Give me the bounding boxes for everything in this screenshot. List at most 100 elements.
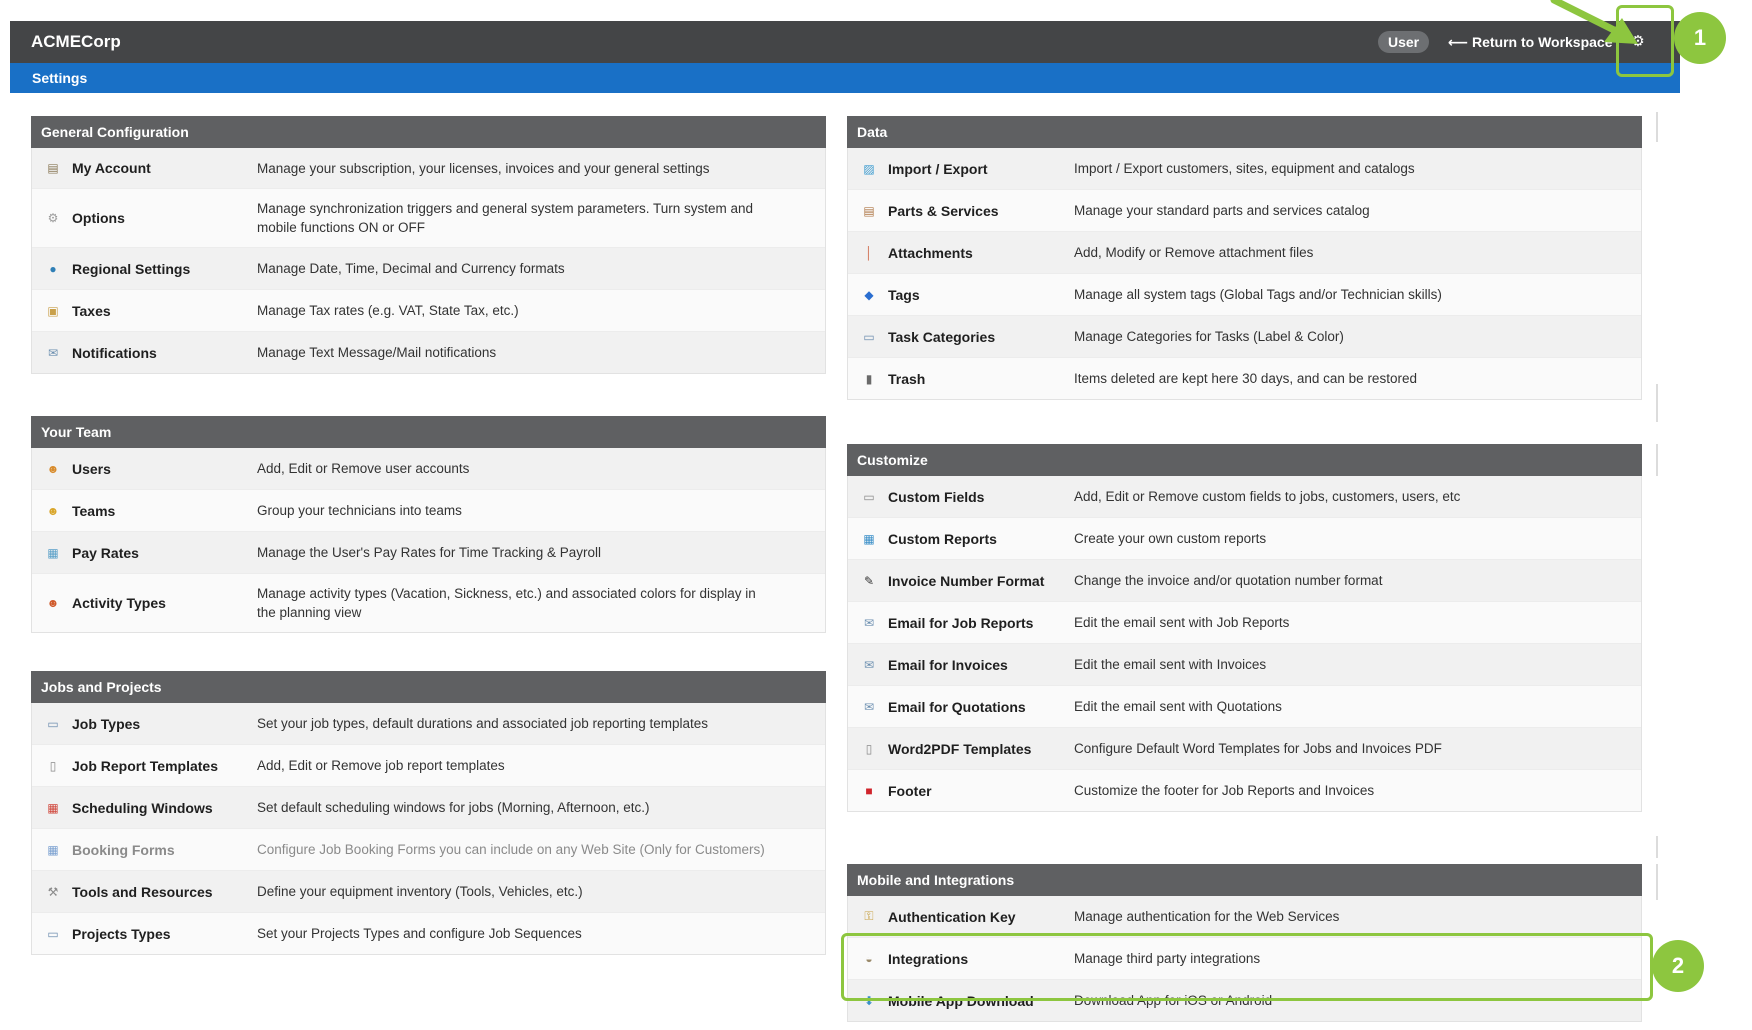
panel-general-configuration: General Configuration ▤ My Account Manage y…: [31, 116, 826, 374]
settings-row-parts-services[interactable]: ▤ Parts & Services Manage your standard pa…: [848, 190, 1641, 232]
panel-header-mobile-and-integrations: Mobile and Integrations: [847, 864, 1642, 896]
pencil-icon: ✎: [863, 573, 875, 588]
tax-icon: ▣: [47, 303, 59, 318]
callout-badge-2: 2: [1652, 940, 1704, 992]
panel-body: ▭ Custom Fields Add, Edit or Remove custom…: [847, 476, 1642, 812]
brand-logo[interactable]: ACMECorp: [31, 32, 121, 52]
settings-row-import-export[interactable]: ▨ Import / Export Import / Export customer…: [848, 148, 1641, 190]
settings-row-teams[interactable]: ☻ Teams Group your technicians into teams: [32, 490, 825, 532]
page-title: Settings: [32, 70, 88, 86]
activity-icon: ☻: [46, 596, 60, 610]
settings-description: Manage activity types (Vacation, Sicknes…: [257, 586, 756, 620]
settings-link-parts-services[interactable]: Parts & Services: [888, 203, 1074, 219]
settings-link-authentication-key[interactable]: Authentication Key: [888, 909, 1074, 925]
settings-link-task-categories[interactable]: Task Categories: [888, 329, 1074, 345]
settings-link-tags[interactable]: Tags: [888, 287, 1074, 303]
settings-row-attachments[interactable]: │ Attachments Add, Modify or Remove attach…: [848, 232, 1641, 274]
scroll-divider: [1656, 112, 1658, 142]
settings-row-scheduling-windows[interactable]: ▦ Scheduling Windows Set default schedulin…: [32, 787, 825, 829]
settings-link-word2pdf-templates[interactable]: Word2PDF Templates: [888, 741, 1074, 757]
settings-row-taxes[interactable]: ▣ Taxes Manage Tax rates (e.g. VAT, State …: [32, 290, 825, 332]
settings-link-projects-types[interactable]: Projects Types: [72, 926, 257, 942]
user-role-badge[interactable]: User: [1378, 31, 1430, 53]
panel-your-team: Your Team ☻ Users Add, Edit or Remove user …: [31, 416, 826, 633]
settings-link-job-report-templates[interactable]: Job Report Templates: [72, 758, 257, 774]
wrench-icon: ⚒: [47, 884, 59, 899]
settings-row-email-for-job-reports[interactable]: ✉ Email for Job Reports Edit the email sen…: [848, 602, 1641, 644]
settings-row-custom-reports[interactable]: ▦ Custom Reports Create your own custom re…: [848, 518, 1641, 560]
settings-link-regional-settings[interactable]: Regional Settings: [72, 261, 257, 277]
settings-link-notifications[interactable]: Notifications: [72, 345, 257, 361]
settings-row-email-for-invoices[interactable]: ✉ Email for Invoices Edit the email sent w…: [848, 644, 1641, 686]
settings-link-footer[interactable]: Footer: [888, 783, 1074, 799]
settings-row-tools-and-resources[interactable]: ⚒ Tools and Resources Define your equipmen…: [32, 871, 825, 913]
settings-row-projects-types[interactable]: ▭ Projects Types Set your Projects Types a…: [32, 913, 825, 954]
settings-link-invoice-number-format[interactable]: Invoice Number Format: [888, 573, 1074, 589]
settings-link-attachments[interactable]: Attachments: [888, 245, 1074, 261]
settings-subheader: Settings: [10, 63, 1680, 93]
settings-link-options[interactable]: Options: [72, 210, 257, 226]
panel-body: ▨ Import / Export Import / Export customer…: [847, 148, 1642, 400]
settings-row-trash[interactable]: ▮ Trash Items deleted are kept here 30 day…: [848, 358, 1641, 399]
settings-link-custom-reports[interactable]: Custom Reports: [888, 531, 1074, 547]
settings-row-job-report-templates[interactable]: ▯ Job Report Templates Add, Edit or Remove…: [32, 745, 825, 787]
settings-description: Manage synchronization triggers and gene…: [257, 201, 753, 235]
settings-description: Customize the footer for Job Reports and…: [1074, 783, 1375, 798]
envelope-icon: ✉: [47, 345, 59, 360]
settings-link-pay-rates[interactable]: Pay Rates: [72, 545, 257, 561]
settings-link-trash[interactable]: Trash: [888, 371, 1074, 387]
panel-header-data: Data: [847, 116, 1642, 148]
settings-row-tags[interactable]: ◆ Tags Manage all system tags (Global Tags…: [848, 274, 1641, 316]
gear-highlight-box: [1616, 5, 1674, 77]
top-navigation-bar: ACMECorp User ⟵ Return to Workspace ⚙: [10, 21, 1680, 63]
panel-header-general-configuration: General Configuration: [31, 116, 826, 148]
settings-description: Add, Edit or Remove user accounts: [257, 461, 470, 476]
import-export-icon: ▨: [863, 161, 875, 176]
settings-row-invoice-number-format[interactable]: ✎ Invoice Number Format Change the invoice…: [848, 560, 1641, 602]
settings-row-authentication-key[interactable]: ⚿ Authentication Key Manage authentication…: [848, 896, 1641, 938]
settings-description: Define your equipment inventory (Tools, …: [257, 884, 583, 899]
settings-link-my-account[interactable]: My Account: [72, 160, 257, 176]
settings-link-activity-types[interactable]: Activity Types: [72, 595, 257, 611]
pay-rates-icon: ▦: [47, 545, 59, 560]
team-icon: ☻: [46, 503, 60, 518]
settings-row-regional-settings[interactable]: ● Regional Settings Manage Date, Time, Dec…: [32, 248, 825, 290]
settings-description: Edit the email sent with Invoices: [1074, 657, 1267, 672]
document-icon: ▯: [49, 758, 57, 773]
settings-link-users[interactable]: Users: [72, 461, 257, 477]
settings-description: Configure Job Booking Forms you can incl…: [257, 842, 765, 857]
settings-row-users[interactable]: ☻ Users Add, Edit or Remove user accounts: [32, 448, 825, 490]
panel-customize: Customize ▭ Custom Fields Add, Edit or Remo…: [847, 444, 1642, 812]
key-icon: ⚿: [864, 909, 874, 923]
settings-row-word2pdf-templates[interactable]: ▯ Word2PDF Templates Configure Default Wor…: [848, 728, 1641, 770]
settings-link-import-export[interactable]: Import / Export: [888, 161, 1074, 177]
settings-link-scheduling-windows[interactable]: Scheduling Windows: [72, 800, 257, 816]
settings-link-custom-fields[interactable]: Custom Fields: [888, 489, 1074, 505]
settings-link-booking-forms[interactable]: Booking Forms: [72, 842, 257, 858]
settings-row-activity-types[interactable]: ☻ Activity Types Manage activity types (Va…: [32, 574, 825, 632]
settings-row-email-for-quotations[interactable]: ✉ Email for Quotations Edit the email sent…: [848, 686, 1641, 728]
settings-link-teams[interactable]: Teams: [72, 503, 257, 519]
settings-row-my-account[interactable]: ▤ My Account Manage your subscription, you…: [32, 148, 825, 189]
settings-link-tools-and-resources[interactable]: Tools and Resources: [72, 884, 257, 900]
settings-link-job-types[interactable]: Job Types: [72, 716, 257, 732]
settings-row-options[interactable]: ⚙ Options Manage synchronization triggers …: [32, 189, 825, 248]
settings-row-pay-rates[interactable]: ▦ Pay Rates Manage the User's Pay Rates fo…: [32, 532, 825, 574]
settings-row-job-types[interactable]: ▭ Job Types Set your job types, default du…: [32, 703, 825, 745]
settings-row-footer[interactable]: ■ Footer Customize the footer for Job Repo…: [848, 770, 1641, 811]
settings-link-email-for-invoices[interactable]: Email for Invoices: [888, 657, 1074, 673]
settings-description: Configure Default Word Templates for Job…: [1074, 741, 1442, 756]
settings-link-email-for-job-reports[interactable]: Email for Job Reports: [888, 615, 1074, 631]
settings-description: Manage authentication for the Web Servic…: [1074, 909, 1340, 924]
envelope-icon: ✉: [863, 615, 875, 630]
window-icon: ▭: [47, 926, 59, 941]
scroll-divider: [1656, 384, 1658, 422]
callout-badge-1: 1: [1674, 12, 1726, 64]
settings-row-custom-fields[interactable]: ▭ Custom Fields Add, Edit or Remove custom…: [848, 476, 1641, 518]
settings-row-task-categories[interactable]: ▭ Task Categories Manage Categories for Ta…: [848, 316, 1641, 358]
settings-link-taxes[interactable]: Taxes: [72, 303, 257, 319]
settings-row-booking-forms[interactable]: ▦ Booking Forms Configure Job Booking Form…: [32, 829, 825, 871]
settings-description: Manage Tax rates (e.g. VAT, State Tax, e…: [257, 303, 519, 318]
settings-row-notifications[interactable]: ✉ Notifications Manage Text Message/Mail n…: [32, 332, 825, 373]
settings-link-email-for-quotations[interactable]: Email for Quotations: [888, 699, 1074, 715]
